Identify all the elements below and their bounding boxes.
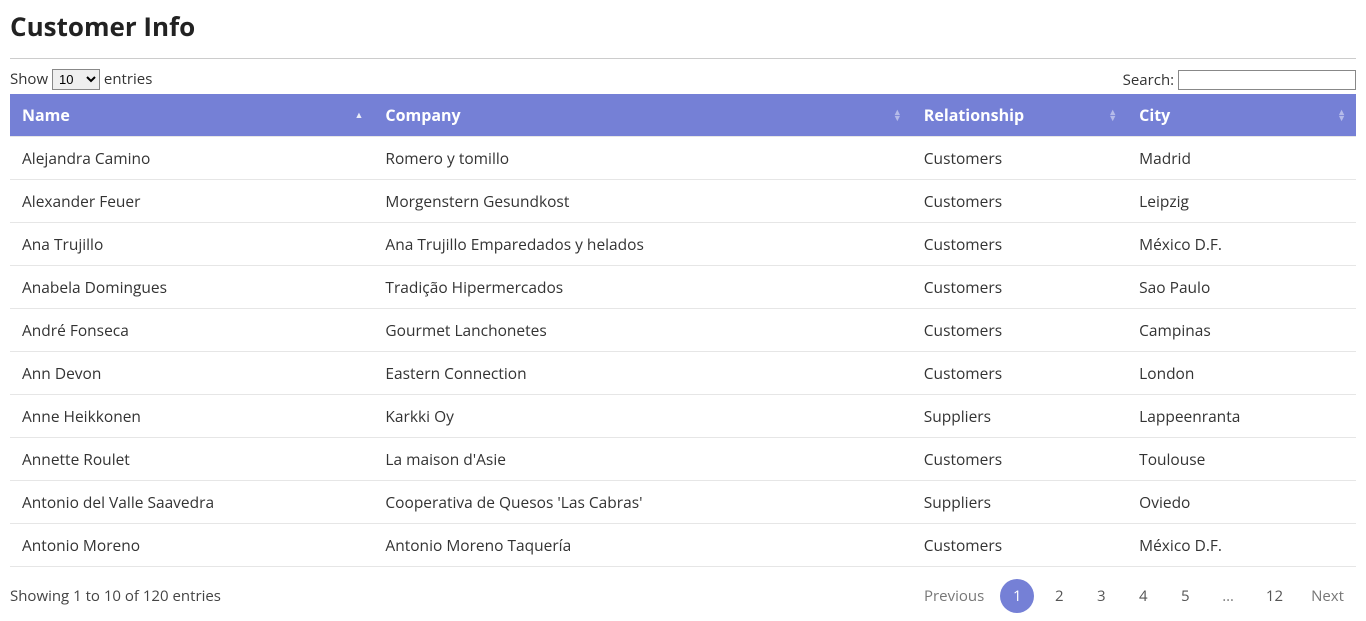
sort-icon: ▲▼ (1108, 109, 1117, 121)
table-row: Ann DevonEastern ConnectionCustomersLond… (10, 352, 1356, 395)
customer-table: Name ▲ Company ▲▼ Relationship ▲▼ City ▲… (10, 94, 1356, 567)
column-header-relationship[interactable]: Relationship ▲▼ (912, 94, 1127, 137)
cell-name: Antonio del Valle Saavedra (10, 481, 373, 524)
cell-name: Anabela Domingues (10, 266, 373, 309)
cell-company: Romero y tomillo (373, 137, 911, 180)
cell-name: Ana Trujillo (10, 223, 373, 266)
cell-company: Morgenstern Gesundkost (373, 180, 911, 223)
table-row: Antonio MorenoAntonio Moreno TaqueríaCus… (10, 524, 1356, 567)
entries-select[interactable]: 102550100 (52, 69, 100, 90)
cell-relationship: Customers (912, 309, 1127, 352)
length-control: Show 102550100 entries (10, 69, 152, 90)
table-header-row: Name ▲ Company ▲▼ Relationship ▲▼ City ▲… (10, 94, 1356, 137)
cell-company: Cooperativa de Quesos 'Las Cabras' (373, 481, 911, 524)
cell-company: Tradição Hipermercados (373, 266, 911, 309)
table-row: Antonio del Valle SaavedraCooperativa de… (10, 481, 1356, 524)
cell-relationship: Customers (912, 223, 1127, 266)
cell-relationship: Customers (912, 524, 1127, 567)
page-4[interactable]: 4 (1126, 579, 1160, 613)
sort-icon: ▲▼ (1337, 109, 1346, 121)
table-row: Alexander FeuerMorgenstern GesundkostCus… (10, 180, 1356, 223)
cell-city: México D.F. (1127, 524, 1356, 567)
table-footer: Showing 1 to 10 of 120 entries Previous1… (10, 579, 1356, 613)
sort-icon: ▲ (354, 112, 363, 118)
cell-city: Oviedo (1127, 481, 1356, 524)
cell-company: Eastern Connection (373, 352, 911, 395)
cell-city: Toulouse (1127, 438, 1356, 481)
cell-city: Campinas (1127, 309, 1356, 352)
page-next[interactable]: Next (1303, 579, 1352, 613)
column-label: City (1139, 104, 1170, 126)
table-row: André FonsecaGourmet LanchonetesCustomer… (10, 309, 1356, 352)
column-header-company[interactable]: Company ▲▼ (373, 94, 911, 137)
page-1[interactable]: 1 (1000, 579, 1034, 613)
column-label: Company (385, 104, 460, 126)
cell-company: Karkki Oy (373, 395, 911, 438)
cell-relationship: Customers (912, 438, 1127, 481)
column-header-name[interactable]: Name ▲ (10, 94, 373, 137)
cell-city: México D.F. (1127, 223, 1356, 266)
column-label: Relationship (924, 104, 1024, 126)
cell-city: London (1127, 352, 1356, 395)
cell-company: Antonio Moreno Taquería (373, 524, 911, 567)
cell-city: Leipzig (1127, 180, 1356, 223)
cell-name: Annette Roulet (10, 438, 373, 481)
cell-relationship: Customers (912, 180, 1127, 223)
page-title: Customer Info (10, 8, 1356, 44)
cell-city: Madrid (1127, 137, 1356, 180)
cell-name: Antonio Moreno (10, 524, 373, 567)
show-label-pre: Show (10, 69, 48, 89)
search-input[interactable] (1178, 70, 1356, 90)
search-control: Search: (1123, 70, 1356, 90)
sort-icon: ▲▼ (893, 109, 902, 121)
cell-city: Lappeenranta (1127, 395, 1356, 438)
cell-relationship: Customers (912, 266, 1127, 309)
cell-name: André Fonseca (10, 309, 373, 352)
page-12[interactable]: 12 (1254, 579, 1295, 613)
cell-relationship: Customers (912, 137, 1127, 180)
cell-company: La maison d'Asie (373, 438, 911, 481)
show-label-post: entries (104, 69, 152, 89)
page-prev[interactable]: Previous (916, 579, 992, 613)
table-row: Alejandra CaminoRomero y tomilloCustomer… (10, 137, 1356, 180)
divider (10, 58, 1356, 59)
cell-name: Ann Devon (10, 352, 373, 395)
cell-name: Alexander Feuer (10, 180, 373, 223)
page-ellipsis: … (1210, 579, 1246, 613)
cell-name: Alejandra Camino (10, 137, 373, 180)
page-2[interactable]: 2 (1042, 579, 1076, 613)
table-row: Annette RouletLa maison d'AsieCustomersT… (10, 438, 1356, 481)
table-row: Anne HeikkonenKarkki OySuppliersLappeenr… (10, 395, 1356, 438)
column-header-city[interactable]: City ▲▼ (1127, 94, 1356, 137)
table-body: Alejandra CaminoRomero y tomilloCustomer… (10, 137, 1356, 567)
table-row: Ana TrujilloAna Trujillo Emparedados y h… (10, 223, 1356, 266)
table-row: Anabela DominguesTradição HipermercadosC… (10, 266, 1356, 309)
page-5[interactable]: 5 (1168, 579, 1202, 613)
cell-company: Ana Trujillo Emparedados y helados (373, 223, 911, 266)
pagination: Previous12345…12Next (912, 579, 1356, 613)
cell-relationship: Suppliers (912, 395, 1127, 438)
cell-company: Gourmet Lanchonetes (373, 309, 911, 352)
column-label: Name (22, 104, 70, 126)
page-3[interactable]: 3 (1084, 579, 1118, 613)
cell-city: Sao Paulo (1127, 266, 1356, 309)
cell-name: Anne Heikkonen (10, 395, 373, 438)
search-label: Search: (1123, 70, 1174, 90)
cell-relationship: Customers (912, 352, 1127, 395)
cell-relationship: Suppliers (912, 481, 1127, 524)
table-info: Showing 1 to 10 of 120 entries (10, 586, 221, 606)
table-controls: Show 102550100 entries Search: (10, 69, 1356, 90)
